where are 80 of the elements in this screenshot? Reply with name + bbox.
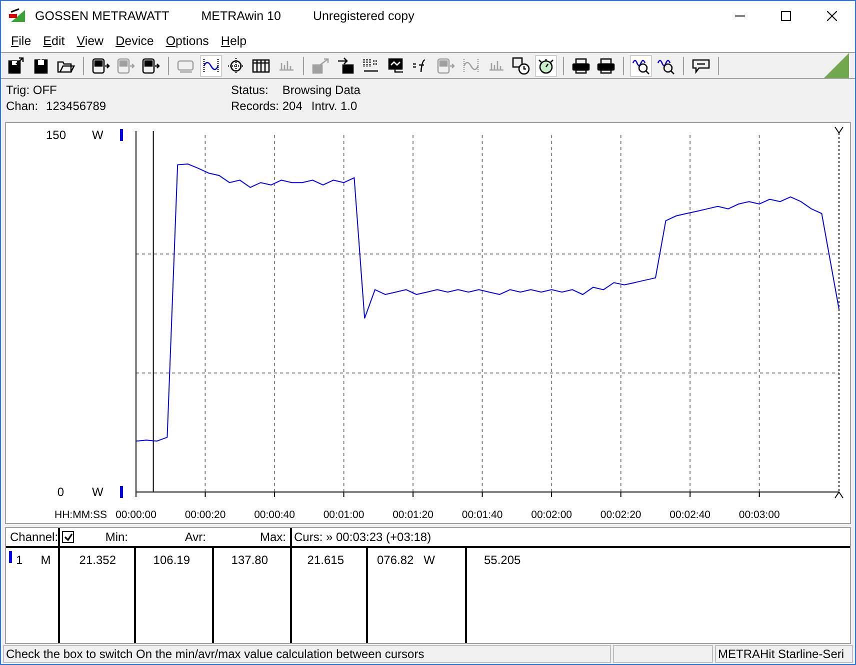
save-icon bbox=[32, 56, 50, 74]
waveform-icon bbox=[202, 56, 220, 74]
status-value: Browsing Data bbox=[282, 82, 360, 98]
x-tick-label: 00:01:20 bbox=[392, 509, 434, 521]
device-icon bbox=[117, 56, 135, 74]
x-tick-label: 00:01:00 bbox=[323, 509, 364, 521]
save-icon bbox=[7, 56, 25, 74]
unit-label: W bbox=[92, 128, 104, 142]
menu-item[interactable]: Edit bbox=[37, 32, 71, 51]
triangle-icon bbox=[824, 53, 849, 78]
status-label: Status: bbox=[231, 82, 268, 98]
bar-graph-icon bbox=[488, 60, 504, 71]
y-tick-label: 0 bbox=[57, 485, 64, 499]
x-tick-label: 00:03:00 bbox=[738, 509, 780, 521]
unit-label: W bbox=[92, 485, 104, 499]
maximize-icon bbox=[781, 11, 791, 21]
close-icon bbox=[827, 11, 837, 21]
table-cell: 55.205 bbox=[484, 553, 521, 567]
printer-icon bbox=[572, 56, 590, 74]
stopwatch-icon bbox=[537, 56, 555, 74]
column-header: Min: bbox=[104, 529, 129, 546]
menu-item[interactable]: Help bbox=[214, 32, 253, 51]
channel-marker bbox=[120, 486, 123, 498]
check-icon bbox=[64, 532, 72, 542]
table-cell-text: 1 bbox=[16, 552, 23, 569]
window-title: METRAwin 10 bbox=[201, 8, 281, 25]
app-logo-icon bbox=[9, 8, 27, 24]
channel-label: Chan: bbox=[6, 98, 38, 114]
channel-value: 123456789 bbox=[46, 98, 106, 114]
x-tick-label: 00:00:20 bbox=[184, 509, 226, 521]
toolbar-button[interactable] bbox=[535, 54, 557, 76]
menu-item[interactable]: Options bbox=[160, 32, 215, 51]
crosshair-icon bbox=[227, 56, 245, 74]
window-title: Unregistered copy bbox=[312, 8, 414, 25]
device-name: METRAHit Starline-Seri bbox=[715, 644, 853, 663]
window-title: GOSSEN METRAWATT bbox=[35, 8, 170, 25]
column-header: Avr: bbox=[184, 529, 207, 546]
bar-graph-icon bbox=[278, 60, 294, 71]
trigger-status: Trig: OFF bbox=[6, 82, 58, 98]
y-tick-label: 150 bbox=[46, 128, 66, 142]
bits-icon bbox=[362, 56, 380, 74]
device-icon bbox=[142, 56, 160, 74]
interval-value: Intrv. 1.0 bbox=[311, 98, 358, 114]
channel-marker bbox=[120, 129, 123, 141]
import-icon bbox=[337, 56, 355, 74]
device-icon bbox=[437, 56, 455, 74]
printer-icon bbox=[597, 56, 615, 74]
status-message: Check the box to switch On the min/avr/max value calculation between cursors bbox=[3, 644, 611, 663]
menu-item[interactable]: Device bbox=[110, 32, 160, 51]
x-tick-label: 00:02:20 bbox=[600, 509, 642, 521]
export-icon bbox=[312, 56, 330, 74]
x-tick-label: 00:02:00 bbox=[531, 509, 572, 521]
column-header: Max: bbox=[214, 528, 292, 546]
x-tick-label: 00:02:40 bbox=[670, 509, 711, 521]
column-header: Channel: bbox=[6, 528, 60, 546]
device-icon bbox=[92, 56, 110, 74]
records-count: Records: 204 bbox=[231, 98, 302, 114]
waveform-icon bbox=[462, 56, 480, 74]
menu-item[interactable]: File bbox=[5, 32, 38, 51]
table-cell-text: W bbox=[424, 552, 435, 569]
x-tick-label: 00:00:40 bbox=[254, 509, 295, 521]
clock-icon bbox=[512, 56, 530, 74]
table-cell: 106.19 bbox=[153, 553, 190, 567]
x-tick-label: 00:00:00 bbox=[116, 509, 156, 521]
toolbar-button[interactable] bbox=[200, 54, 222, 76]
menu-item[interactable]: View bbox=[70, 32, 110, 51]
toolbar-button[interactable] bbox=[630, 54, 652, 76]
x-axis-title: HH:MM:SS bbox=[54, 509, 107, 521]
table-cell: 21.352 bbox=[79, 553, 116, 567]
column-header: Curs: » 00:03:23 (+03:18) bbox=[293, 529, 432, 546]
monitor-icon bbox=[387, 56, 405, 74]
toolbar-button[interactable] bbox=[510, 54, 532, 76]
table-cell-text: M bbox=[40, 552, 51, 569]
table-icon bbox=[252, 56, 270, 74]
table-cell: 137.80 bbox=[231, 553, 268, 567]
x-tick-label: 00:01:40 bbox=[462, 509, 503, 521]
speech-bubble-icon bbox=[692, 56, 710, 74]
checkbox[interactable] bbox=[62, 531, 74, 543]
table-cell: 21.615 bbox=[307, 553, 344, 567]
table-cell-text: 076.82 bbox=[376, 552, 414, 569]
